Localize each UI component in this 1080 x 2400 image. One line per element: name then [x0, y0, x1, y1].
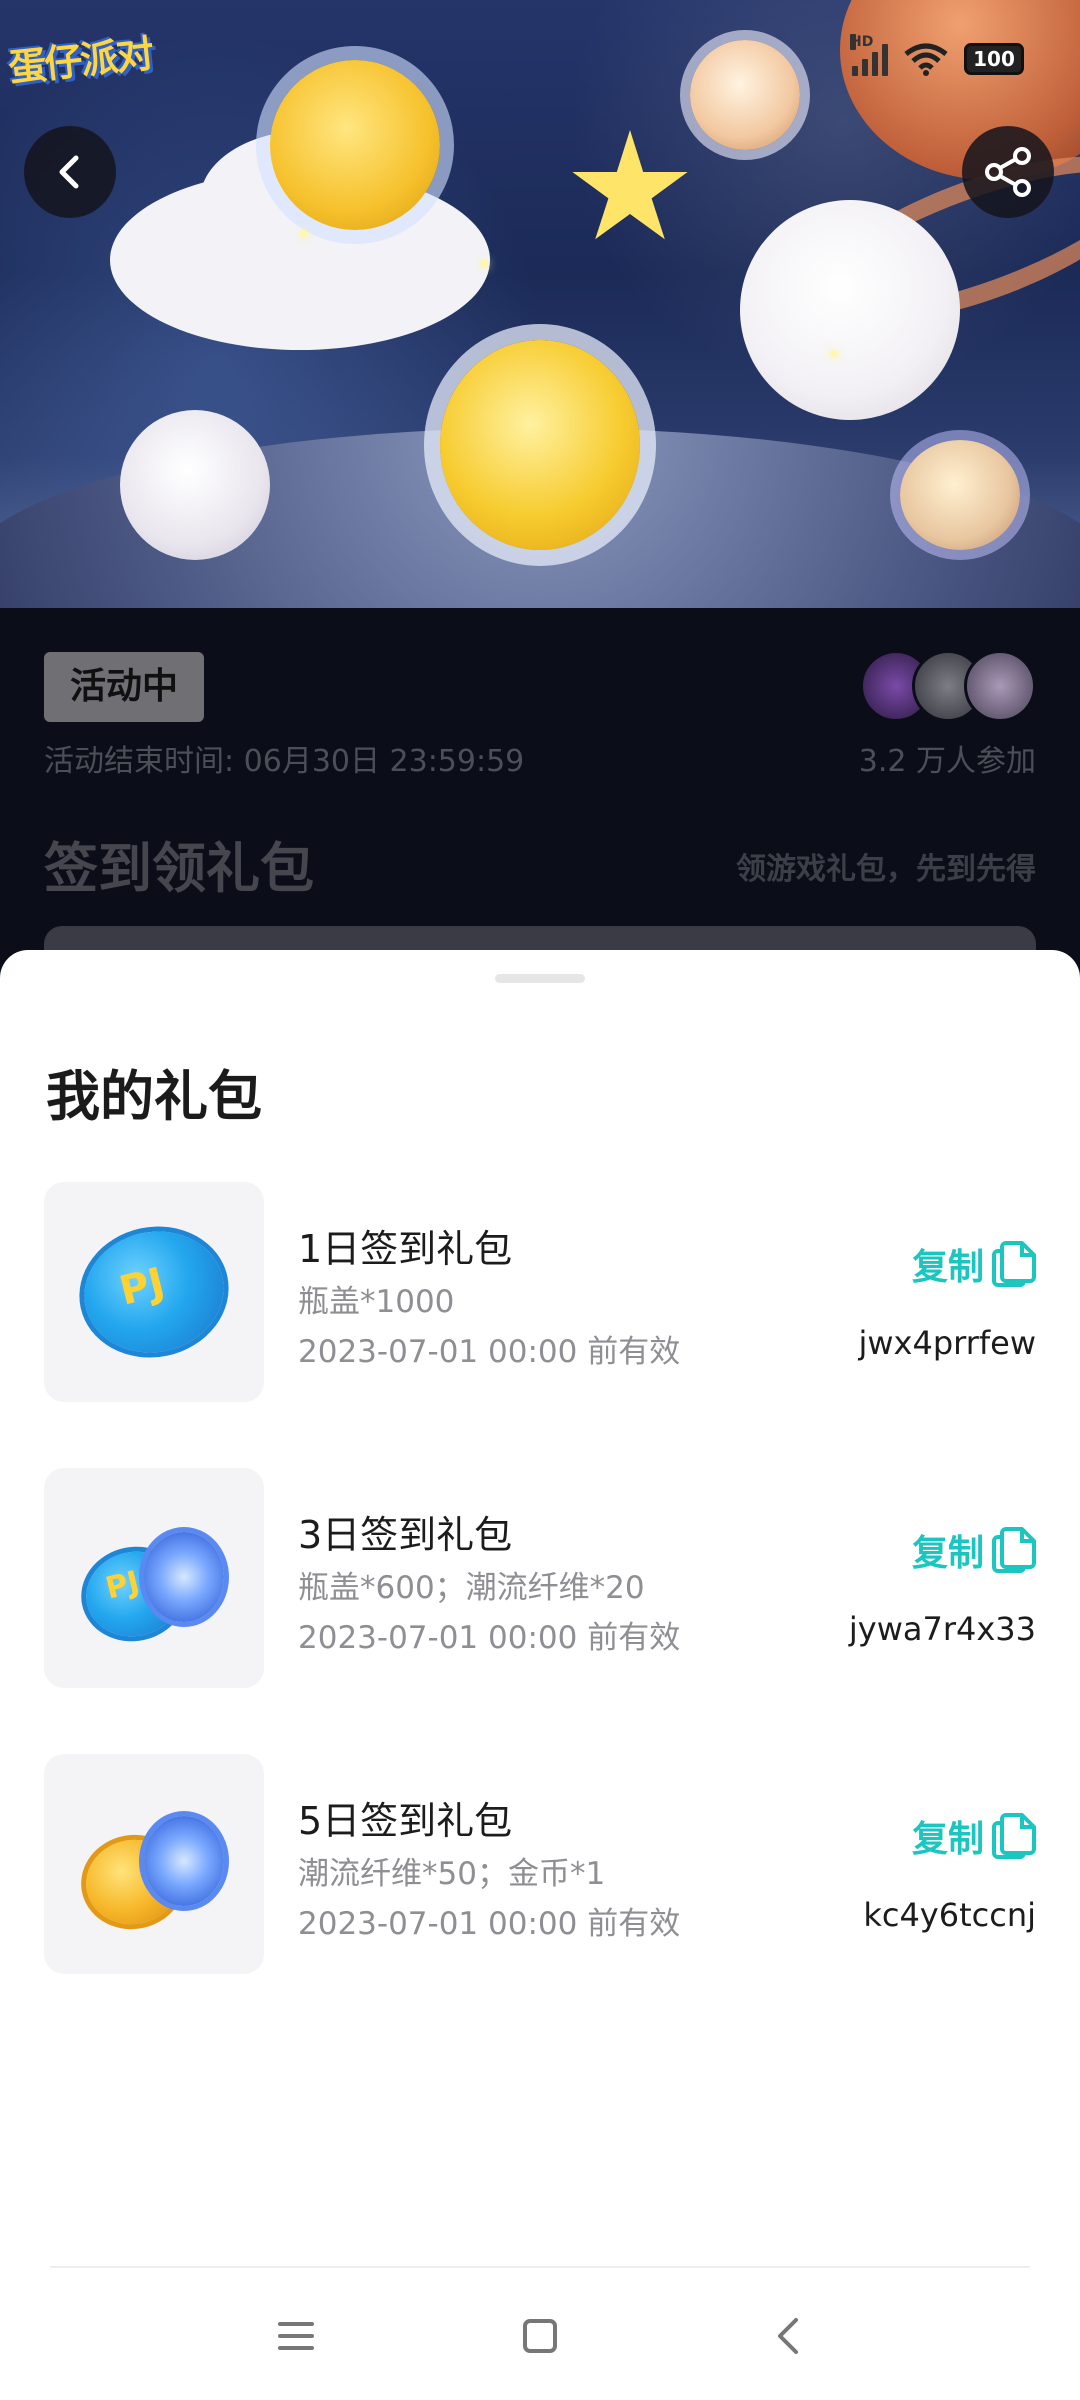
activity-banner: 蛋仔派对 HD 100	[0, 0, 1080, 608]
copy-icon	[992, 1527, 1036, 1573]
home-square-icon	[523, 2319, 557, 2353]
fiber-icon	[144, 1532, 224, 1622]
avatar	[964, 650, 1036, 722]
sheet-title: 我的礼包	[46, 1065, 262, 1128]
gift-expiry: 2023-07-01 00:00 前有效	[298, 1620, 681, 1656]
sparkle-decoration	[830, 350, 838, 358]
copy-button[interactable]: 复制	[912, 1810, 1036, 1862]
gift-code: jywa7r4x33	[848, 1610, 1036, 1648]
status-badge: 活动中	[44, 652, 204, 722]
character-decoration	[270, 60, 440, 230]
section-title: 签到领礼包	[44, 837, 314, 900]
character-decoration	[900, 440, 1020, 550]
system-navigation-bar	[0, 2268, 1080, 2400]
gift-item: PJ 3日签到礼包 瓶盖*600；潮流纤维*20 2023-07-01 00:0…	[44, 1468, 1036, 1688]
gift-thumbnail: PJ	[44, 1182, 264, 1402]
gift-content: 潮流纤维*50；金币*1	[298, 1856, 606, 1892]
character-decoration	[740, 200, 960, 420]
copy-button[interactable]: 复制	[912, 1524, 1036, 1576]
back-triangle-icon	[778, 2318, 798, 2354]
gift-item: 5日签到礼包 潮流纤维*50；金币*1 2023-07-01 00:00 前有效…	[44, 1754, 1036, 1974]
gift-name: 5日签到礼包	[298, 1799, 513, 1843]
character-decoration	[440, 340, 640, 550]
copy-label: 复制	[911, 1247, 984, 1288]
home-button[interactable]	[510, 2308, 570, 2364]
chevron-left-icon	[59, 155, 79, 189]
gift-expiry: 2023-07-01 00:00 前有效	[298, 1334, 681, 1370]
sparkle-decoration	[480, 260, 488, 268]
share-button[interactable]	[962, 126, 1054, 218]
gift-code: kc4y6tccnj	[863, 1896, 1036, 1934]
copy-label: 复制	[911, 1533, 984, 1574]
back-button[interactable]	[24, 126, 116, 218]
signal-icon: HD	[850, 34, 888, 76]
section-subtitle: 领游戏礼包，先到先得	[736, 852, 1036, 887]
status-bar-icons: HD 100	[850, 34, 1024, 76]
activity-info: 活动中 活动结束时间: 06月30日 23:59:59 3.2 万人参加 签到领…	[0, 608, 1080, 986]
gift-thumbnail: PJ	[44, 1468, 264, 1688]
gift-code: jwx4prrfew	[858, 1324, 1036, 1362]
wifi-icon	[904, 43, 948, 76]
gift-thumbnail	[44, 1754, 264, 1974]
star-decoration	[572, 130, 688, 240]
menu-icon	[278, 2322, 314, 2350]
sheet-drag-handle[interactable]	[495, 974, 585, 983]
sparkle-decoration	[300, 230, 308, 238]
fiber-icon	[144, 1816, 224, 1906]
battery-icon: 100	[964, 43, 1024, 75]
my-gifts-sheet: 我的礼包 PJ 1日签到礼包 瓶盖*1000 2023-07-01 00:00 …	[0, 950, 1080, 2400]
activity-end-time: 活动结束时间: 06月30日 23:59:59	[44, 744, 525, 779]
copy-label: 复制	[911, 1819, 984, 1860]
game-logo: 蛋仔派对	[6, 31, 155, 91]
copy-icon	[992, 1813, 1036, 1859]
gift-content: 瓶盖*1000	[298, 1284, 455, 1320]
gift-name: 3日签到礼包	[298, 1513, 513, 1557]
share-icon	[985, 147, 1031, 197]
system-back-button[interactable]	[758, 2308, 818, 2364]
copy-button[interactable]: 复制	[912, 1238, 1036, 1290]
character-decoration	[690, 40, 800, 150]
hd-badge: HD	[850, 34, 874, 50]
participant-count: 3.2 万人参加	[858, 744, 1036, 779]
gift-item: PJ 1日签到礼包 瓶盖*1000 2023-07-01 00:00 前有效 复…	[44, 1182, 1036, 1402]
menu-button[interactable]	[266, 2308, 326, 2364]
gift-content: 瓶盖*600；潮流纤维*20	[298, 1570, 645, 1606]
participant-avatars	[860, 650, 1036, 722]
gift-name: 1日签到礼包	[298, 1227, 513, 1271]
copy-icon	[992, 1241, 1036, 1287]
gift-expiry: 2023-07-01 00:00 前有效	[298, 1906, 681, 1942]
character-decoration	[120, 410, 270, 560]
